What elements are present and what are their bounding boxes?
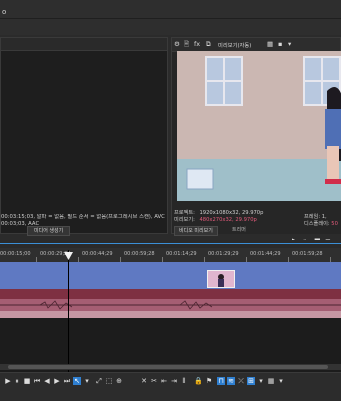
trim-start-icon[interactable]: ⇤	[160, 377, 168, 385]
delete-icon[interactable]: ✕	[140, 377, 148, 385]
split-icon[interactable]: ⫴	[180, 377, 188, 385]
fx-icon[interactable]: fx	[194, 40, 200, 48]
tick-label: 00:01:59;28	[292, 251, 323, 257]
preview-info: 프로젝트: 1920x1080x32, 29.970p 미리보기: 480x27…	[174, 210, 263, 224]
media-panel: 00:03:15;03, 알파 = 없음, 필드 순서 = 없음(프로그레시브 …	[0, 37, 168, 236]
project-value: 1920x1080x32, 29.970p	[199, 210, 264, 216]
tick-label: 00:01:44;29	[250, 251, 281, 257]
trim-end-icon[interactable]: ⇥	[170, 377, 178, 385]
normal-edit-tool-icon[interactable]: ↖	[73, 377, 81, 385]
next-frame-icon[interactable]: ▶	[53, 377, 61, 385]
overlay-icon[interactable]: ▪	[278, 40, 282, 48]
split-icon[interactable]: ⧉	[206, 40, 211, 49]
tick-label: 00:00:15;00	[0, 251, 31, 257]
top-toolbar-area: o	[0, 0, 341, 35]
preview-label: 미리보기:	[174, 217, 195, 223]
frame-label: 프레임:	[304, 214, 321, 220]
display-value: 50	[331, 221, 338, 227]
lock-envelopes-icon[interactable]: ⊞	[247, 377, 255, 385]
go-end-icon[interactable]: ⏭	[63, 377, 71, 385]
tab-trimmer[interactable]: 트리머	[228, 226, 250, 234]
video-frame	[177, 51, 341, 234]
grid-dropdown-icon[interactable]: ▾	[277, 377, 285, 385]
video-preview-panel: ⚙ 🖹 fx ⧉ 미리보기(자동) ▦ ▪ ▾ 프로젝트: 1920x1080x…	[171, 37, 341, 245]
stop-icon[interactable]: ■	[23, 377, 31, 385]
dropdown-icon[interactable]: ▾	[257, 377, 265, 385]
top-fragment-text: o	[2, 8, 7, 16]
media-panel-titlebar	[1, 38, 167, 51]
tick-label: 00:01:14;29	[166, 251, 197, 257]
auto-crossfade-icon[interactable]: ⤫	[237, 377, 245, 385]
chevron-down-icon[interactable]: ▾	[288, 40, 291, 48]
preview-row: 미리보기: 480x270x32, 29.970p	[174, 217, 263, 224]
top-divider	[0, 18, 341, 19]
grid-icon[interactable]: ▦	[267, 40, 273, 48]
playhead-line[interactable]	[68, 250, 69, 372]
selection-tool-icon[interactable]: ⬚	[105, 377, 113, 385]
audio-waveform	[0, 300, 341, 310]
pause-icon[interactable]: ⏸	[13, 377, 21, 385]
person-figure	[325, 87, 341, 184]
auto-ripple-icon[interactable]: ≋	[227, 377, 235, 385]
go-start-icon[interactable]: ⏮	[33, 377, 41, 385]
tab-video-preview[interactable]: 비디오 미리보기	[174, 226, 218, 236]
frame-info: 프레임: 1, 디스플레이: 50	[304, 214, 338, 228]
play-icon[interactable]: ▶	[4, 377, 12, 385]
clip-thumb-image	[208, 271, 234, 287]
tick-label: 00:00:44;29	[82, 251, 113, 257]
timeline-selection-line	[0, 243, 341, 244]
frame-value: 1,	[321, 214, 327, 220]
audio-track-2[interactable]	[0, 299, 341, 311]
tick-label: 00:00:59;28	[124, 251, 155, 257]
snap-icon[interactable]: ⊓	[217, 377, 225, 385]
copy-icon[interactable]: 🖹	[184, 40, 189, 51]
timeline-ruler[interactable]: 00:00:15;00 00:00:29;29 00:00:44;29 00:0…	[0, 248, 341, 263]
video-track[interactable]	[0, 262, 341, 289]
window-left	[205, 56, 243, 106]
tool-dropdown-icon[interactable]: ▾	[83, 377, 91, 385]
project-row: 프로젝트: 1920x1080x32, 29.970p	[174, 210, 263, 217]
video-clip-thumbnail[interactable]	[207, 270, 235, 288]
preview-quality-dropdown[interactable]: 미리보기(자동)	[218, 41, 251, 49]
trim-icon[interactable]: ✂	[150, 377, 158, 385]
preview-value: 480x270x32, 29.970p	[199, 217, 257, 223]
tick-label: 00:01:29;29	[208, 251, 239, 257]
lock-icon[interactable]: 🔒	[194, 377, 203, 385]
media-info-line1: 00:03:15;03, 알파 = 없음, 필드 순서 = 없음(프로그레시브 …	[1, 214, 165, 220]
grid-icon[interactable]: ▦	[267, 377, 275, 385]
audio-track-3[interactable]	[0, 311, 341, 318]
prev-frame-icon[interactable]: ◀	[43, 377, 51, 385]
zoom-tool-icon[interactable]: ⊕	[115, 377, 123, 385]
preview-toolbar: ⚙ 🖹 fx ⧉ 미리보기(자동) ▦ ▪ ▾	[172, 38, 340, 52]
display-label: 디스플레이:	[304, 221, 330, 227]
timeline-scroll-thumb[interactable]	[8, 365, 328, 369]
tab-media-generator[interactable]: 미디어 생성기	[27, 226, 71, 236]
audio-track-1[interactable]	[0, 289, 341, 299]
gear-icon[interactable]: ⚙	[174, 40, 180, 48]
marker-icon[interactable]: ⚑	[205, 377, 213, 385]
envelope-tool-icon[interactable]: ⤢	[95, 377, 103, 385]
project-label: 프로젝트:	[174, 210, 195, 216]
